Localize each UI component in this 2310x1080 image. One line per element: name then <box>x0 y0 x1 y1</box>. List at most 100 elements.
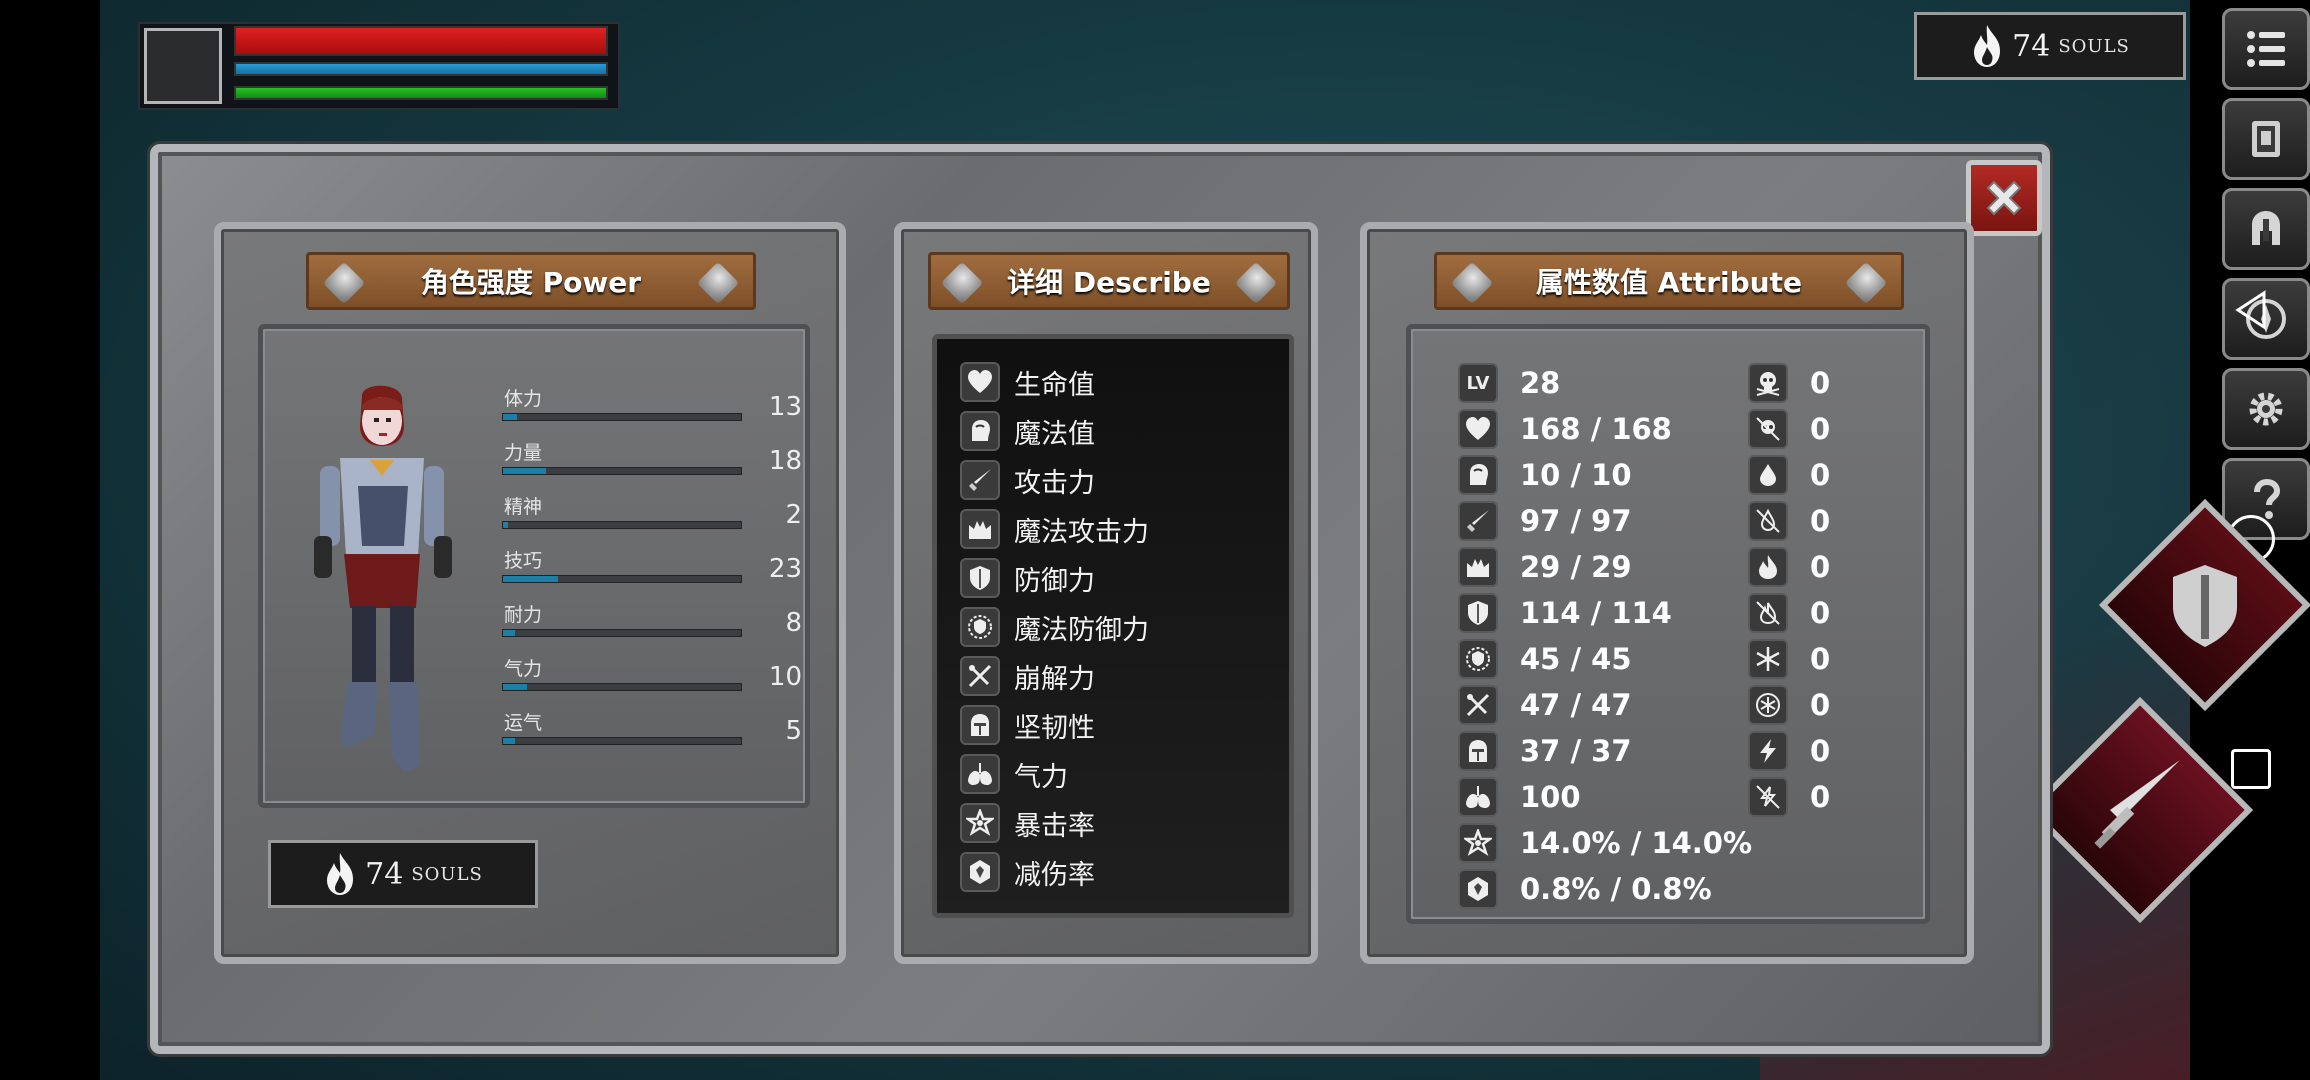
poison-resist-icon <box>1748 409 1788 449</box>
stat-row: 耐力 8 <box>502 600 802 640</box>
stat-row: 精神 2 <box>502 492 802 532</box>
stat-bar-fill <box>503 414 518 420</box>
stat-bar <box>502 737 742 745</box>
critical-star-icon <box>1458 823 1498 863</box>
equipment-button[interactable] <box>2222 188 2310 270</box>
describe-row: 崩解力 <box>960 654 1095 698</box>
resistance-value: 0 <box>1810 550 1831 584</box>
stat-bar <box>502 521 742 529</box>
rivet-decoration <box>322 261 366 305</box>
mana-head-icon <box>1458 455 1498 495</box>
describe-row: 魔法防御力 <box>960 605 1149 649</box>
character-model <box>314 385 452 772</box>
magic-shield-icon <box>1458 639 1498 679</box>
lungs-icon <box>960 754 1000 794</box>
menu-button[interactable] <box>2222 8 2310 90</box>
resistance-row: 0 <box>1748 730 1830 772</box>
magic-shield-icon <box>960 607 1000 647</box>
frost-icon <box>1748 639 1788 679</box>
describe-row: 气力 <box>960 752 1068 796</box>
resistance-row: 0 <box>1748 408 1830 450</box>
describe-label: 气力 <box>1014 761 1068 793</box>
shield-icon <box>1458 593 1498 633</box>
mana-bar <box>234 62 608 76</box>
damage-reduction-icon <box>1458 869 1498 909</box>
describe-row: 坚韧性 <box>960 703 1095 747</box>
attribute-value: 0.8% / 0.8% <box>1520 872 1712 906</box>
inventory-button[interactable] <box>2222 98 2310 180</box>
lightning-icon <box>1748 731 1788 771</box>
describe-label: 崩解力 <box>1014 663 1095 695</box>
close-icon <box>1986 180 2022 216</box>
describe-label: 魔法攻击力 <box>1014 516 1149 548</box>
souls-count: 74 <box>2012 28 2051 64</box>
heart-icon <box>960 362 1000 402</box>
resistance-value: 0 <box>1810 642 1831 676</box>
close-button[interactable] <box>1966 160 2042 236</box>
describe-row: 魔法值 <box>960 409 1095 453</box>
resistance-value: 0 <box>1810 412 1831 446</box>
soul-flame-icon <box>1974 25 2001 67</box>
sword-icon <box>960 460 1000 500</box>
shield-action-icon <box>2173 565 2237 647</box>
frost-resist-icon <box>1748 685 1788 725</box>
back-triangle-icon <box>2235 290 2266 330</box>
describe-row: 防御力 <box>960 556 1095 600</box>
stat-row: 运气 5 <box>502 708 802 748</box>
resistance-row: 0 <box>1748 454 1830 496</box>
shield-icon <box>960 558 1000 598</box>
inventory-book-icon <box>2252 121 2280 157</box>
souls-label: SOULS <box>2058 35 2130 57</box>
stat-row: 气力 10 <box>502 654 802 694</box>
power-panel-title: 角色强度 Power <box>306 252 756 310</box>
attribute-value: 29 / 29 <box>1520 550 1632 584</box>
resistance-value: 0 <box>1810 734 1831 768</box>
stat-label: 气力 <box>504 658 543 680</box>
nav-recents-button[interactable] <box>2231 749 2271 789</box>
player-portrait[interactable] <box>144 28 222 104</box>
top-souls-counter: 74 SOULS <box>1914 12 2186 80</box>
stat-row: 技巧 23 <box>502 546 802 586</box>
panel-souls-counter: 74 SOULS <box>268 840 538 908</box>
resistance-row: 0 <box>1748 362 1830 404</box>
stat-value: 2 <box>785 500 802 530</box>
attribute-row: 37 / 37 <box>1458 730 1632 772</box>
helm-icon <box>1458 731 1498 771</box>
stat-bar-fill <box>503 522 508 528</box>
stat-value: 18 <box>768 446 802 476</box>
fire-resist-icon <box>1748 593 1788 633</box>
helmet-icon <box>2252 211 2280 245</box>
stat-bar-fill <box>503 738 515 744</box>
stat-row: 力量 18 <box>502 438 802 478</box>
attribute-value: 45 / 45 <box>1520 642 1632 676</box>
nav-back-button[interactable] <box>2226 285 2276 335</box>
stat-value: 23 <box>768 554 802 584</box>
fire-icon <box>1748 547 1788 587</box>
stat-bar-fill <box>503 684 527 690</box>
describe-row: 减伤率 <box>960 850 1095 894</box>
lungs-icon <box>1458 777 1498 817</box>
resistance-value: 0 <box>1810 458 1831 492</box>
stat-row: 体力 13 <box>502 384 802 424</box>
mana-head-icon <box>960 411 1000 451</box>
soul-flame-icon <box>327 853 354 895</box>
souls-count: 74 <box>365 856 404 892</box>
resistance-value: 0 <box>1810 780 1831 814</box>
settings-button[interactable] <box>2222 368 2310 450</box>
attribute-row: 168 / 168 <box>1458 408 1672 450</box>
stat-bar-fill <box>503 630 515 636</box>
stat-value: 13 <box>768 392 802 422</box>
break-icon <box>1458 685 1498 725</box>
stat-value: 5 <box>785 716 802 746</box>
resistance-row: 0 <box>1748 592 1830 634</box>
damage-reduction-icon <box>960 852 1000 892</box>
attribute-row: 114 / 114 <box>1458 592 1672 634</box>
lightning-resist-icon <box>1748 777 1788 817</box>
resistance-value: 0 <box>1810 504 1831 538</box>
describe-label: 魔法值 <box>1014 418 1095 450</box>
settings-gear-icon <box>2249 392 2283 426</box>
resistance-value: 0 <box>1810 688 1831 722</box>
attribute-row: 100 <box>1458 776 1581 818</box>
sword-icon <box>1458 501 1498 541</box>
resistance-row: 0 <box>1748 684 1830 726</box>
